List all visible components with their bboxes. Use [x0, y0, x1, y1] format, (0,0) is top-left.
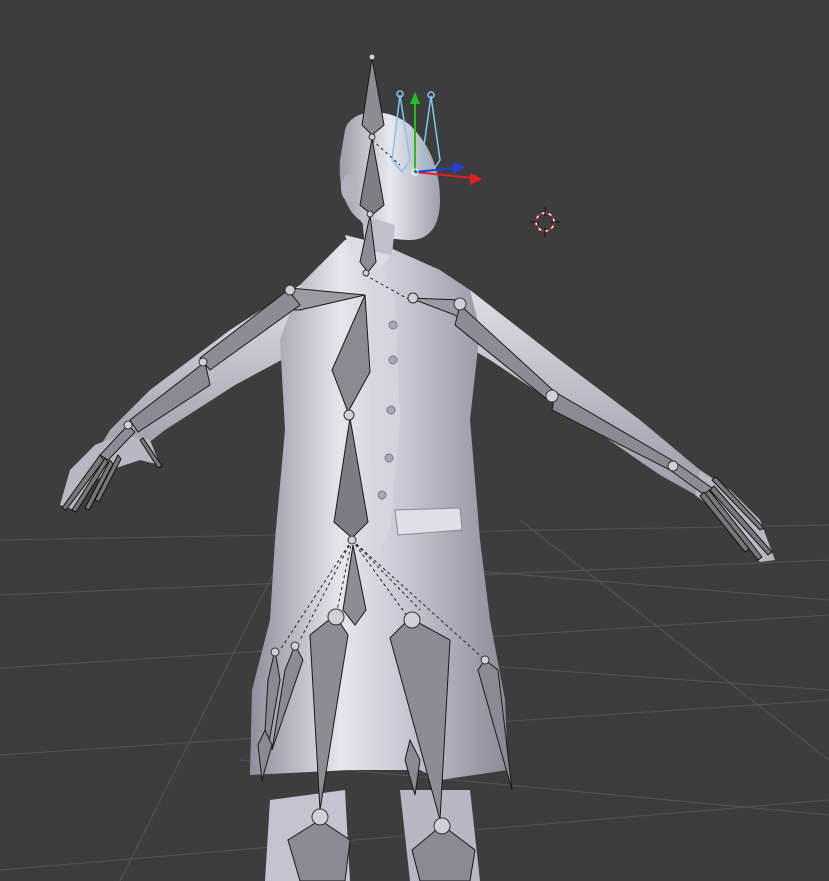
3d-viewport[interactable]: [0, 0, 829, 881]
